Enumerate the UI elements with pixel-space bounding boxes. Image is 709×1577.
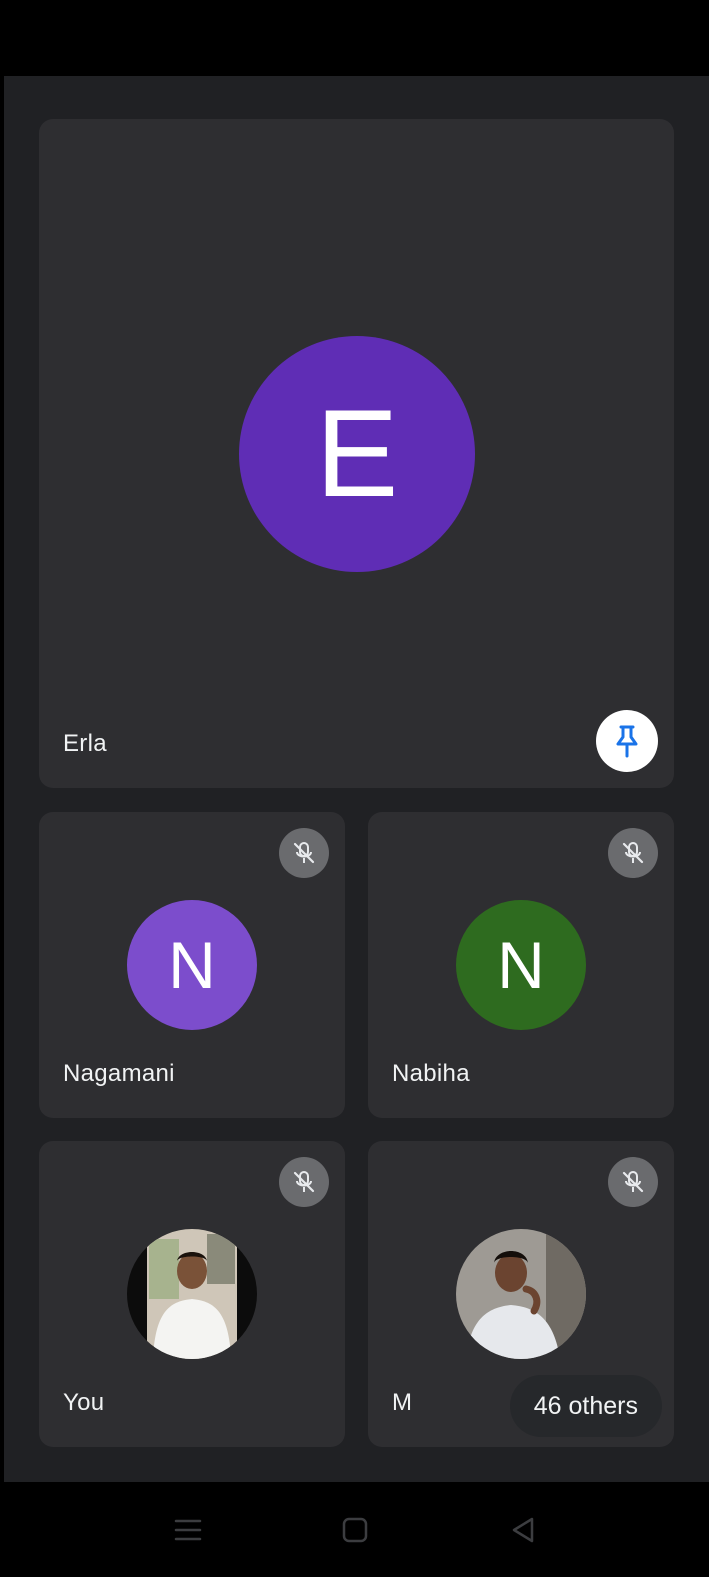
- participant-avatar: N: [127, 900, 257, 1030]
- mic-off-icon: [293, 842, 315, 864]
- participant-photo: [127, 1229, 257, 1359]
- pin-icon: [616, 725, 638, 758]
- participant-avatar: E: [239, 336, 475, 572]
- recent-apps-button[interactable]: [160, 1502, 216, 1558]
- home-button[interactable]: [327, 1502, 383, 1558]
- mic-off-badge: [608, 1157, 658, 1207]
- participant-tile[interactable]: You: [39, 1141, 345, 1447]
- mic-off-icon: [293, 1171, 315, 1193]
- main-participant-tile[interactable]: E Erla: [39, 119, 674, 788]
- participant-name: Erla: [63, 730, 107, 757]
- mic-off-icon: [622, 1171, 644, 1193]
- participant-name: Nagamani: [63, 1060, 175, 1087]
- participant-name: You: [63, 1389, 105, 1416]
- mic-off-badge: [608, 828, 658, 878]
- home-icon: [342, 1517, 368, 1543]
- avatar-initial: N: [497, 928, 545, 1002]
- participant-tile[interactable]: M 46 others: [368, 1141, 674, 1447]
- others-button[interactable]: 46 others: [509, 1375, 662, 1437]
- avatar-initial: E: [315, 385, 399, 523]
- recent-apps-icon: [174, 1519, 202, 1541]
- status-bar: [0, 0, 709, 76]
- participant-avatar: N: [456, 900, 586, 1030]
- mic-off-badge: [279, 1157, 329, 1207]
- navigation-bar: [0, 1482, 709, 1577]
- back-icon: [512, 1517, 534, 1543]
- back-button[interactable]: [495, 1502, 551, 1558]
- avatar-initial: N: [168, 928, 216, 1002]
- pin-button[interactable]: [596, 710, 658, 772]
- mic-off-badge: [279, 828, 329, 878]
- participant-photo: [456, 1229, 586, 1359]
- participant-name: Nabiha: [392, 1060, 470, 1087]
- participant-name: M: [392, 1389, 413, 1416]
- participant-tile[interactable]: N Nabiha: [368, 812, 674, 1118]
- participant-tile[interactable]: N Nagamani: [39, 812, 345, 1118]
- mic-off-icon: [622, 842, 644, 864]
